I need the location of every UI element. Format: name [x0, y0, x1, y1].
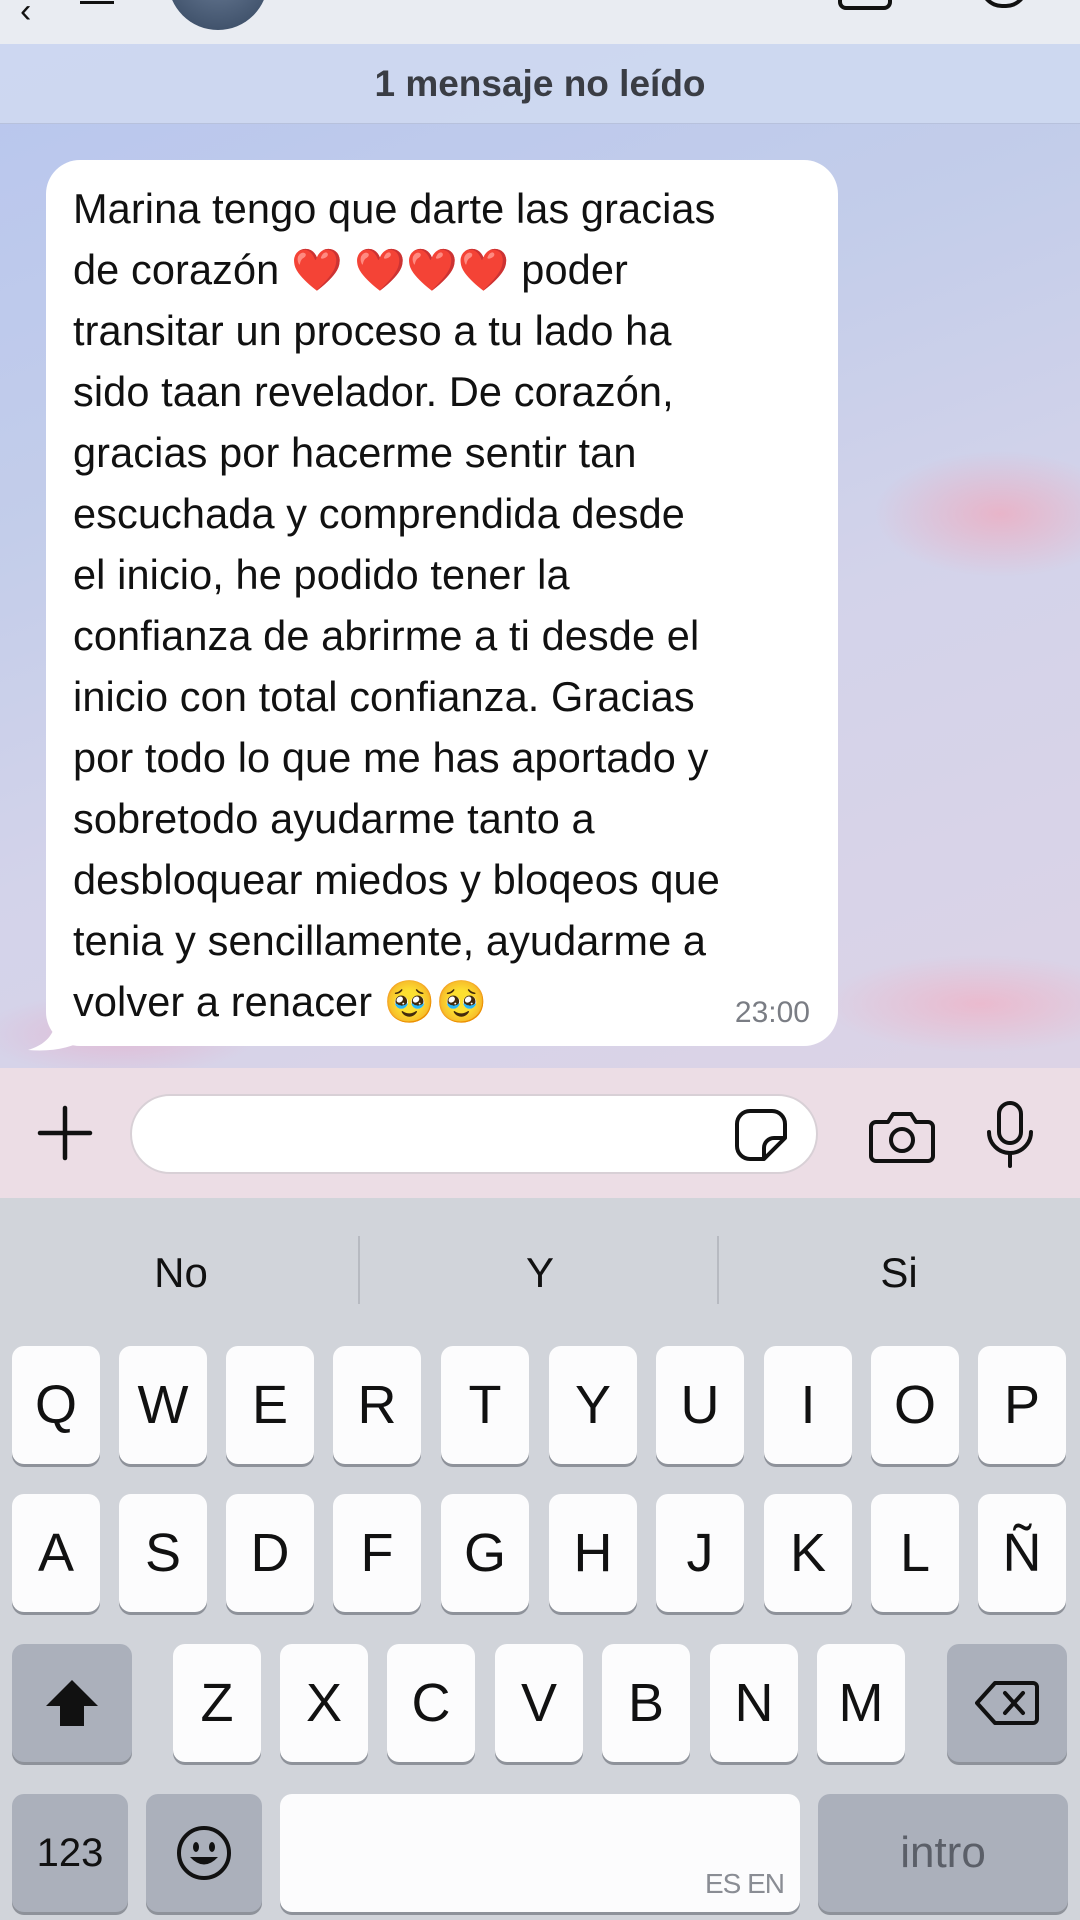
key-h[interactable]: H — [549, 1494, 637, 1612]
key-d[interactable]: D — [226, 1494, 314, 1612]
key-f[interactable]: F — [333, 1494, 421, 1612]
back-icon[interactable]: ‹ — [20, 0, 31, 31]
key-enye[interactable]: Ñ — [978, 1494, 1066, 1612]
emoji-key[interactable] — [146, 1794, 262, 1912]
shift-icon — [46, 1680, 98, 1726]
key-b[interactable]: B — [602, 1644, 690, 1762]
voice-call-icon[interactable] — [980, 0, 1028, 8]
chat-header: ‹ — [0, 0, 1080, 44]
space-language-hint: ES EN — [704, 1868, 785, 1899]
return-key[interactable]: intro — [818, 1794, 1068, 1912]
microphone-icon[interactable] — [984, 1100, 1036, 1170]
sticker-icon[interactable] — [734, 1108, 788, 1162]
key-u[interactable]: U — [656, 1346, 744, 1464]
key-s[interactable]: S — [119, 1494, 207, 1612]
key-q[interactable]: Q — [12, 1346, 100, 1464]
suggestion-divider — [358, 1236, 360, 1304]
delete-icon — [975, 1681, 1039, 1725]
suggestion-divider — [717, 1236, 719, 1304]
video-call-icon[interactable] — [838, 0, 892, 10]
shift-key[interactable] — [12, 1644, 132, 1762]
key-a[interactable]: A — [12, 1494, 100, 1612]
key-k[interactable]: K — [764, 1494, 852, 1612]
keyboard: No Y Si Q W E R T Y U I O P A S D F G H … — [0, 1198, 1080, 1920]
key-g[interactable]: G — [441, 1494, 529, 1612]
key-j[interactable]: J — [656, 1494, 744, 1612]
numbers-key[interactable]: 123 — [12, 1794, 128, 1912]
key-t[interactable]: T — [441, 1346, 529, 1464]
delete-key[interactable] — [947, 1644, 1067, 1762]
key-m[interactable]: M — [817, 1644, 905, 1762]
key-p[interactable]: P — [978, 1346, 1066, 1464]
unread-banner: 1 mensaje no leído — [0, 44, 1080, 124]
key-v[interactable]: V — [495, 1644, 583, 1762]
key-x[interactable]: X — [280, 1644, 368, 1762]
key-z[interactable]: Z — [173, 1644, 261, 1762]
suggestion-item[interactable]: No — [2, 1238, 360, 1308]
camera-icon[interactable] — [868, 1108, 936, 1164]
key-e[interactable]: E — [226, 1346, 314, 1464]
key-w[interactable]: W — [119, 1346, 207, 1464]
message-input[interactable] — [130, 1094, 818, 1174]
suggestion-item[interactable]: Y — [361, 1238, 719, 1308]
suggestion-bar: No Y Si — [0, 1198, 1080, 1338]
emoji-icon — [177, 1826, 231, 1880]
message-time: 23:00 — [734, 996, 810, 1029]
key-r[interactable]: R — [333, 1346, 421, 1464]
key-l[interactable]: L — [871, 1494, 959, 1612]
key-y[interactable]: Y — [549, 1346, 637, 1464]
key-c[interactable]: C — [387, 1644, 475, 1762]
key-i[interactable]: I — [764, 1346, 852, 1464]
input-bar — [0, 1068, 1080, 1198]
back-unread-count[interactable] — [80, 0, 114, 4]
space-key[interactable]: ES EN — [280, 1794, 800, 1912]
key-n[interactable]: N — [710, 1644, 798, 1762]
contact-avatar[interactable] — [168, 0, 268, 30]
suggestion-item[interactable]: Si — [720, 1238, 1078, 1308]
plus-icon[interactable] — [36, 1104, 94, 1162]
chat-area[interactable]: 1 mensaje no leído Marina tengo que dart… — [0, 44, 1080, 1068]
message-text: Marina tengo que darte las gracias de co… — [73, 185, 720, 1025]
key-o[interactable]: O — [871, 1346, 959, 1464]
message-bubble[interactable]: Marina tengo que darte las gracias de co… — [46, 160, 838, 1046]
